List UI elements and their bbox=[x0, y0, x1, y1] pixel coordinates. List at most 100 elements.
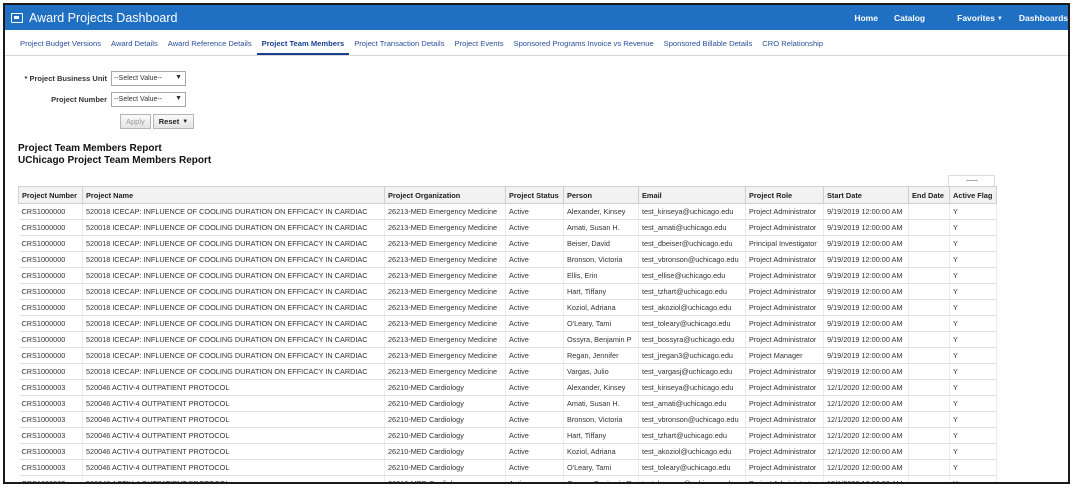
cell-start-date: 9/19/2019 12:00:00 AM bbox=[823, 251, 909, 268]
table-row: CRS1000003 520046 ACTIV-4 OUTPATIENT PROT… bbox=[18, 459, 997, 476]
cell-active-flag: Y bbox=[949, 235, 997, 252]
cell-project-number: CRS1000003 bbox=[18, 411, 83, 428]
cell-email: test_jregan3@uchicago.edu bbox=[638, 347, 746, 364]
cell-project-organization: 26213-MED Emergency Medicine bbox=[384, 251, 506, 268]
cell-project-number: CRS1000000 bbox=[18, 315, 83, 332]
cell-project-number: CRS1000000 bbox=[18, 363, 83, 380]
cell-email: test_akoziol@uchicago.edu bbox=[638, 299, 746, 316]
project-number-prompt: Project Number --Select Value-- ▼ bbox=[5, 90, 186, 108]
cell-email: test_kinseya@uchicago.edu bbox=[638, 203, 746, 220]
col-project-name[interactable]: Project Name bbox=[82, 186, 385, 204]
col-project-number[interactable]: Project Number bbox=[18, 186, 83, 204]
project-number-value: --Select Value-- bbox=[114, 95, 163, 103]
cell-project-role: Project Administrator bbox=[745, 267, 824, 284]
column-resize-handle[interactable] bbox=[948, 175, 995, 186]
cell-person: Hart, Tiffany bbox=[563, 427, 639, 444]
cell-active-flag: Y bbox=[949, 379, 997, 396]
table-row: CRS1000003 520046 ACTIV-4 OUTPATIENT PROT… bbox=[18, 443, 997, 460]
tab-sponsored-billable-details[interactable]: Sponsored Billable Details bbox=[659, 39, 758, 55]
cell-project-name: 520018 ICECAP: INFLUENCE OF COOLING DURA… bbox=[82, 347, 385, 364]
cell-person: Ossyra, Benjamin P bbox=[563, 475, 639, 482]
cell-start-date: 9/19/2019 12:00:00 AM bbox=[823, 267, 909, 284]
cell-active-flag: Y bbox=[949, 219, 997, 236]
table-row: CRS1000000 520018 ICECAP: INFLUENCE OF CO… bbox=[18, 203, 997, 220]
cell-project-organization: 26210-MED Cardiology bbox=[384, 427, 506, 444]
cell-start-date: 12/1/2020 12:00:00 AM bbox=[823, 475, 909, 482]
cell-person: Regan, Jennifer bbox=[563, 347, 639, 364]
col-end-date[interactable]: End Date bbox=[908, 186, 950, 204]
cell-project-status: Active bbox=[505, 427, 564, 444]
tab-project-transaction-details[interactable]: Project Transaction Details bbox=[349, 39, 449, 55]
table-row: CRS1000000 520018 ICECAP: INFLUENCE OF CO… bbox=[18, 315, 997, 332]
nav-home-link[interactable]: Home bbox=[854, 13, 878, 23]
tab-project-team-members[interactable]: Project Team Members bbox=[256, 39, 350, 55]
cell-start-date: 12/1/2020 12:00:00 AM bbox=[823, 395, 909, 412]
cell-start-date: 12/1/2020 12:00:00 AM bbox=[823, 379, 909, 396]
tab-cro-relationship[interactable]: CRO Relationship bbox=[757, 39, 828, 55]
cell-active-flag: Y bbox=[949, 251, 997, 268]
table-row: CRS1000000 520018 ICECAP: INFLUENCE OF CO… bbox=[18, 331, 997, 348]
apply-button[interactable]: Apply bbox=[120, 114, 151, 129]
col-project-organization[interactable]: Project Organization bbox=[384, 186, 506, 204]
cell-project-role: Project Administrator bbox=[745, 203, 824, 220]
cell-project-name: 520018 ICECAP: INFLUENCE OF COOLING DURA… bbox=[82, 283, 385, 300]
cell-active-flag: Y bbox=[949, 411, 997, 428]
cell-person: Koziol, Adriana bbox=[563, 299, 639, 316]
cell-project-organization: 26213-MED Emergency Medicine bbox=[384, 347, 506, 364]
col-person[interactable]: Person bbox=[563, 186, 639, 204]
cell-end-date bbox=[908, 411, 950, 428]
cell-email: test_vbronson@uchicago.edu bbox=[638, 411, 746, 428]
project-number-select[interactable]: --Select Value-- ▼ bbox=[111, 91, 186, 107]
table-row: CRS1000003 520046 ACTIV-4 OUTPATIENT PROT… bbox=[18, 379, 997, 396]
cell-project-organization: 26213-MED Emergency Medicine bbox=[384, 299, 506, 316]
cell-start-date: 9/19/2019 12:00:00 AM bbox=[823, 363, 909, 380]
cell-project-number: CRS1000000 bbox=[18, 251, 83, 268]
tab-award-reference-details[interactable]: Award Reference Details bbox=[163, 39, 257, 55]
cell-end-date bbox=[908, 379, 950, 396]
cell-person: Amati, Susan H. bbox=[563, 219, 639, 236]
cell-active-flag: Y bbox=[949, 395, 997, 412]
cell-project-organization: 26213-MED Emergency Medicine bbox=[384, 363, 506, 380]
business-unit-select[interactable]: --Select Value-- ▼ bbox=[111, 70, 186, 86]
cell-project-number: CRS1000000 bbox=[18, 203, 83, 220]
prompt-form: * Project Business Unit --Select Value--… bbox=[5, 56, 1068, 129]
cell-start-date: 9/19/2019 12:00:00 AM bbox=[823, 219, 909, 236]
dropdown-arrow-icon: ▼ bbox=[175, 73, 182, 81]
col-email[interactable]: Email bbox=[638, 186, 746, 204]
tab-project-events[interactable]: Project Events bbox=[450, 39, 509, 55]
cell-project-organization: 26210-MED Cardiology bbox=[384, 459, 506, 476]
tab-award-details[interactable]: Award Details bbox=[106, 39, 163, 55]
cell-active-flag: Y bbox=[949, 315, 997, 332]
cell-project-name: 520046 ACTIV-4 OUTPATIENT PROTOCOL bbox=[82, 427, 385, 444]
col-start-date[interactable]: Start Date bbox=[823, 186, 909, 204]
cell-project-status: Active bbox=[505, 363, 564, 380]
cell-person: Vargas, Julio bbox=[563, 363, 639, 380]
nav-favorites-menu[interactable]: Favorites ▼ bbox=[941, 13, 1003, 23]
cell-email: test_tzhart@uchicago.edu bbox=[638, 427, 746, 444]
cell-project-status: Active bbox=[505, 283, 564, 300]
cell-project-name: 520046 ACTIV-4 OUTPATIENT PROTOCOL bbox=[82, 443, 385, 460]
cell-person: O'Leary, Tami bbox=[563, 315, 639, 332]
nav-dashboards-menu[interactable]: Dashboards bbox=[1019, 13, 1068, 23]
reset-button[interactable]: Reset ▼ bbox=[152, 114, 195, 129]
cell-project-role: Project Administrator bbox=[745, 331, 824, 348]
cell-project-organization: 26210-MED Cardiology bbox=[384, 475, 506, 482]
cell-start-date: 9/19/2019 12:00:00 AM bbox=[823, 315, 909, 332]
cell-project-name: 520018 ICECAP: INFLUENCE OF COOLING DURA… bbox=[82, 235, 385, 252]
cell-project-name: 520046 ACTIV-4 OUTPATIENT PROTOCOL bbox=[82, 475, 385, 482]
col-project-status[interactable]: Project Status bbox=[505, 186, 564, 204]
report-title: Project Team Members Report bbox=[18, 143, 162, 154]
nav-catalog-link[interactable]: Catalog bbox=[894, 13, 925, 23]
cell-person: Ossyra, Benjamin P bbox=[563, 331, 639, 348]
col-project-role[interactable]: Project Role bbox=[745, 186, 824, 204]
cell-end-date bbox=[908, 299, 950, 316]
cell-email: test_kinseya@uchicago.edu bbox=[638, 379, 746, 396]
cell-email: test_amati@uchicago.edu bbox=[638, 395, 746, 412]
table-row: CRS1000003 520046 ACTIV-4 OUTPATIENT PROT… bbox=[18, 427, 997, 444]
cell-project-number: CRS1000000 bbox=[18, 235, 83, 252]
cell-start-date: 12/1/2020 12:00:00 AM bbox=[823, 459, 909, 476]
cell-person: Alexander, Kinsey bbox=[563, 203, 639, 220]
tab-sponsored-programs-invoice-vs-revenue[interactable]: Sponsored Programs Invoice vs Revenue bbox=[509, 39, 659, 55]
col-active-flag[interactable]: Active Flag bbox=[949, 186, 997, 204]
tab-project-budget-versions[interactable]: Project Budget Versions bbox=[15, 39, 106, 55]
